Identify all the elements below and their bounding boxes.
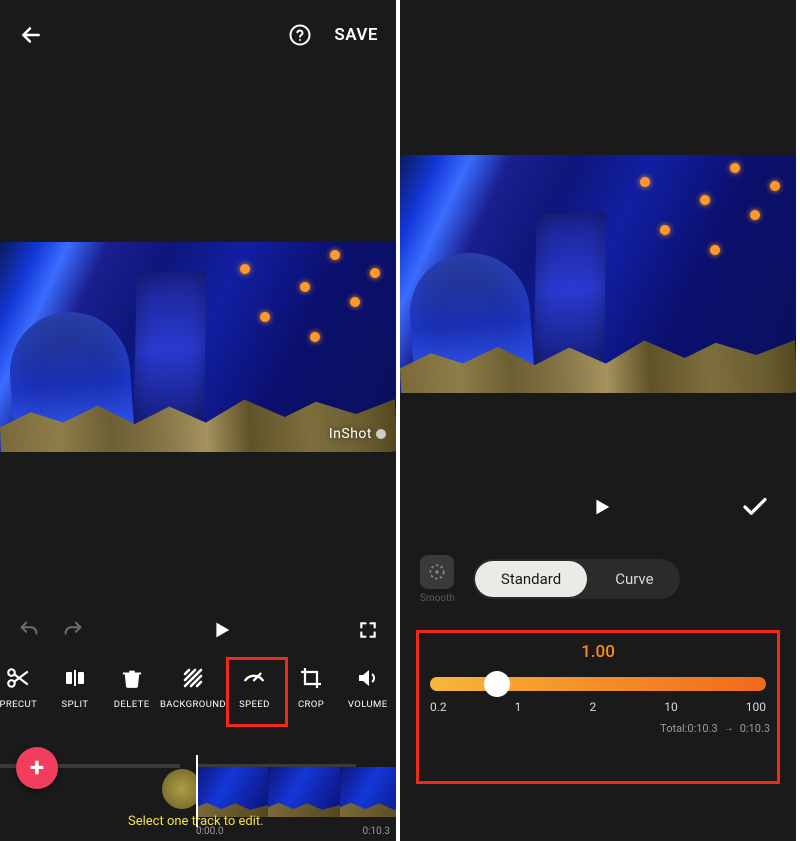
undo-icon[interactable] <box>18 619 40 641</box>
tool-row: PRECUT SPLIT DELETE BACKGROUND SPEED CRO… <box>0 651 396 723</box>
tick-label: 10 <box>664 700 678 714</box>
smooth-toggle[interactable]: Smooth <box>420 555 455 604</box>
arrow-right-icon: → <box>724 723 734 734</box>
total-after: 0:10.3 <box>740 722 770 735</box>
clip-thumbnails[interactable] <box>196 767 396 817</box>
total-duration: Total:0:10.3 → 0:10.3 <box>660 722 770 735</box>
tick-label: 0.2 <box>430 700 447 714</box>
volume-icon <box>356 665 380 691</box>
thumbnail[interactable] <box>268 767 340 817</box>
video-preview[interactable] <box>400 155 796 393</box>
tool-label: CROP <box>298 699 324 710</box>
tool-precut[interactable]: PRECUT <box>0 665 47 710</box>
tool-background[interactable]: BACKGROUND <box>160 665 226 710</box>
mode-row: Smooth Standard Curve <box>400 550 796 608</box>
slider-thumb[interactable] <box>484 671 510 697</box>
watermark[interactable]: InShot <box>329 426 386 442</box>
segment-curve[interactable]: Curve <box>589 559 679 599</box>
tool-label: PRECUT <box>0 699 37 710</box>
tool-label: SPLIT <box>62 699 89 710</box>
total-before: Total:0:10.3 <box>660 722 718 735</box>
tool-label: VOLUME <box>348 699 388 710</box>
help-icon[interactable] <box>288 23 312 47</box>
segment-control: Standard Curve <box>473 559 680 599</box>
play-icon[interactable] <box>210 619 232 641</box>
scissors-icon <box>5 665 31 691</box>
background-icon <box>181 665 205 691</box>
trash-icon <box>121 665 143 691</box>
tool-crop[interactable]: CROP <box>283 665 340 710</box>
slider-ticks: 0.2 1 2 10 100 <box>430 700 766 714</box>
split-icon <box>63 665 87 691</box>
speed-value: 1.00 <box>400 642 796 662</box>
crop-icon <box>299 665 323 691</box>
thumbnail[interactable] <box>340 767 396 817</box>
back-icon[interactable] <box>18 22 44 48</box>
tick-label: 100 <box>746 700 766 714</box>
tick-label: 2 <box>589 700 596 714</box>
confirm-icon[interactable] <box>740 492 770 522</box>
timeline[interactable]: + Select one track to edit. 0:00.0 0:10.… <box>0 723 396 841</box>
tool-volume[interactable]: VOLUME <box>339 665 396 710</box>
tool-label: DELETE <box>114 699 150 710</box>
save-button[interactable]: SAVE <box>334 25 378 45</box>
video-preview[interactable]: InShot <box>0 242 396 452</box>
transport-row <box>400 492 796 522</box>
plus-icon: + <box>30 753 44 783</box>
tool-delete[interactable]: DELETE <box>103 665 160 710</box>
segment-standard[interactable]: Standard <box>475 561 587 597</box>
slider-track <box>430 677 766 691</box>
redo-icon[interactable] <box>62 619 84 641</box>
fullscreen-icon[interactable] <box>358 620 378 640</box>
tool-label: BACKGROUND <box>160 699 226 710</box>
highlight-speed <box>226 657 288 727</box>
time-start: 0:00.0 <box>196 826 224 837</box>
tick-label: 1 <box>515 700 522 714</box>
top-bar: SAVE <box>0 0 396 70</box>
smooth-icon <box>420 555 454 589</box>
time-end: 0:10.3 <box>362 826 390 837</box>
add-button[interactable]: + <box>16 747 58 789</box>
speed-slider[interactable] <box>430 672 766 696</box>
tool-split[interactable]: SPLIT <box>47 665 104 710</box>
thumbnail[interactable] <box>196 767 268 817</box>
smooth-label: Smooth <box>420 593 455 604</box>
transport-row <box>0 619 396 641</box>
play-icon[interactable] <box>590 496 612 518</box>
